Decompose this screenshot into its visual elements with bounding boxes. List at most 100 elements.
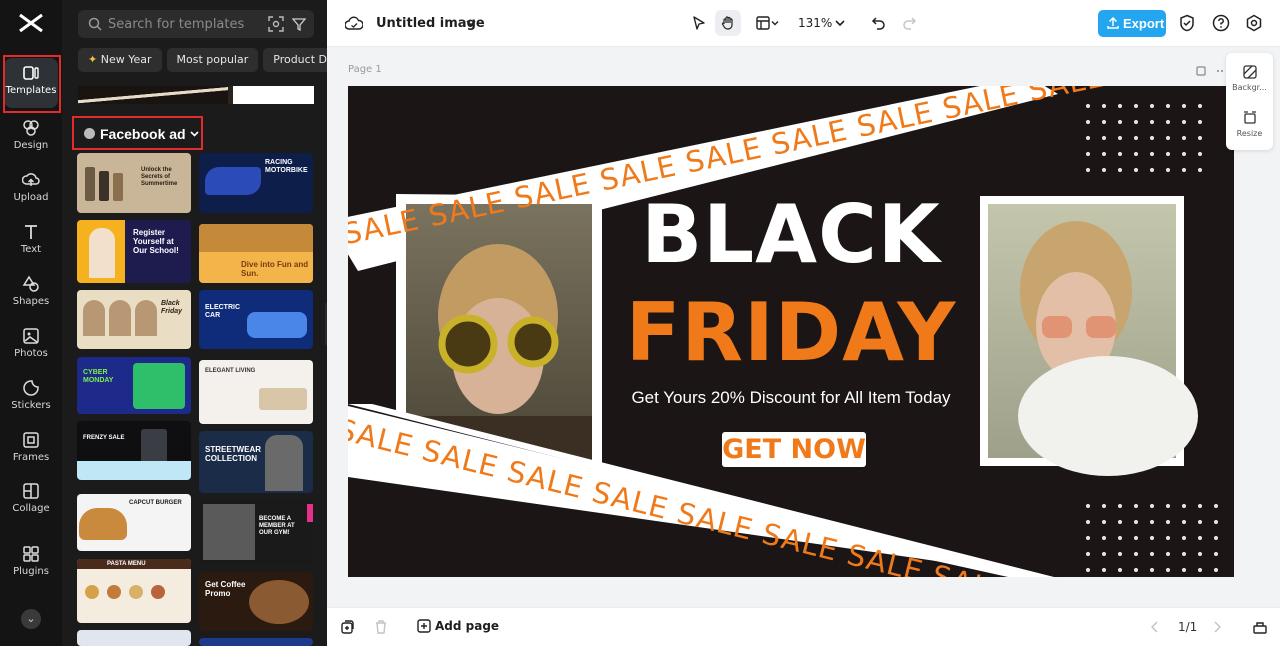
template-thumbnail[interactable]: PASTA MENU [77,559,191,623]
background-button[interactable]: Backgr... [1226,65,1273,92]
template-thumbnail[interactable]: Register Yourself at Our School! [77,220,191,283]
search-box[interactable] [78,10,308,38]
template-strip-partial[interactable] [78,86,314,104]
rail-item-plugins[interactable]: Plugins [4,539,58,589]
chip-new-year[interactable]: ✦ New Year [78,48,162,72]
template-thumbnail[interactable]: FRENZY SALE [77,421,191,480]
rail-label: Shapes [12,296,50,307]
left-rail: Templates Design Upload Text Shapes Phot… [0,0,62,646]
chevron-down-icon[interactable] [466,19,476,27]
shapes-icon [22,275,39,292]
chevron-down-icon [190,131,199,137]
rail-label: Templates [5,85,57,96]
template-thumbnail[interactable]: BECOME A MEMBER AT OUR GYM! [199,500,313,565]
resize-button[interactable]: Resize [1226,111,1273,138]
layout-tool-button[interactable] [750,10,784,36]
chip-most-popular[interactable]: Most popular [166,48,259,72]
rail-item-shapes[interactable]: Shapes [4,269,58,319]
select-tool-button[interactable] [686,10,712,36]
resize-icon [1243,111,1256,124]
rail-item-photos[interactable]: Photos [4,321,58,371]
background-icon [1242,65,1257,79]
design-artboard[interactable]: SALE SALE SALE SALE SALE SALE SALE SALE … [348,86,1234,577]
template-thumbnail[interactable]: Get Coffee Promo [199,572,313,631]
filter-button[interactable] [284,10,314,38]
duplicate-page-icon[interactable] [339,619,355,635]
bottom-bar: Add page 1/1 [327,607,1280,646]
plugins-icon [23,546,39,562]
rail-label: Design [13,140,49,151]
layout-icon [756,16,770,30]
rail-item-collage[interactable]: Collage [4,476,58,526]
photos-icon [23,328,39,344]
rail-item-upload[interactable]: Upload [4,165,58,215]
template-thumbnail[interactable] [199,638,313,646]
add-page-icon [417,619,431,633]
headline-friday: FRIDAY [625,286,957,379]
trash-icon[interactable] [373,619,389,635]
search-input[interactable] [108,14,258,34]
templates-panel: ✦ New YearMost popularProduct D Facebook… [62,0,327,646]
template-thumbnail[interactable]: CAPCUT BURGER [77,494,191,551]
design-icon [23,120,39,136]
settings-icon[interactable] [1245,14,1263,32]
facebook-icon [84,128,95,139]
templates-icon [23,66,39,80]
canvas-area[interactable]: Page 1 SALE SALE SALE SALE SALE SALE SAL… [327,47,1280,607]
category-chips: ✦ New Year Most popular Product D [78,48,327,72]
cursor-icon [693,16,705,30]
template-thumbnail[interactable]: STREETWEAR COLLECTION [199,431,313,493]
rail-label: Photos [14,348,48,359]
export-button[interactable]: Export [1098,10,1166,37]
rail-label: Text [20,244,42,255]
chevron-down-icon[interactable] [835,19,845,27]
redo-icon[interactable] [902,16,917,30]
template-thumbnail[interactable]: Black Friday [77,290,191,349]
discount-subline: Get Yours 20% Discount for All Item Toda… [631,388,951,407]
section-facebook-ad[interactable]: Facebook ad [72,116,203,150]
template-thumbnail[interactable]: ELECTRIC CAR [199,290,313,349]
get-now-badge: GET NOW [722,432,866,467]
more-chevron-icon[interactable]: ⌄ [21,609,41,629]
search-icon [88,17,102,31]
rail-item-frames[interactable]: Frames [4,425,58,475]
stickers-icon [23,380,39,396]
rail-item-stickers[interactable]: Stickers [4,373,58,423]
upload-icon [22,173,40,186]
hand-tool-button[interactable] [715,10,741,36]
frames-icon [23,432,39,448]
zoom-level[interactable]: 131% [798,16,832,30]
help-icon[interactable] [1212,14,1230,32]
page-count: 1/1 [1178,620,1198,634]
shield-icon[interactable] [1178,14,1196,32]
template-thumbnail[interactable]: CYBER MONDAY [77,357,191,414]
prev-page-icon[interactable] [1151,621,1159,633]
rail-label: Stickers [11,400,51,411]
dots-pattern-bottom [1080,500,1220,574]
rail-item-design[interactable]: Design [4,113,58,163]
cloud-sync-icon[interactable] [345,15,363,31]
page-label: Page 1 [348,64,382,75]
rail-label: Frames [12,452,50,463]
page-tools-icon[interactable] [1196,65,1226,77]
right-tool-panel: Backgr... Resize [1226,53,1273,150]
template-thumbnail[interactable]: RACING MOTORBIKE [199,153,313,213]
text-icon [25,225,37,239]
rail-label: Collage [12,503,50,514]
template-thumbnail[interactable]: Dive into Fun and Sun. [199,224,313,283]
template-thumbnail[interactable]: ELEGANT LIVING [199,360,313,424]
next-page-icon[interactable] [1213,621,1221,633]
image-search-icon[interactable] [267,15,285,33]
party-icon: ✦ [88,53,101,66]
template-thumbnail[interactable] [77,630,191,646]
rail-item-text[interactable]: Text [4,217,58,267]
headline-black: BLACK [641,188,941,281]
undo-icon[interactable] [871,16,886,30]
photo-frame-right [980,196,1198,476]
capcut-logo-icon[interactable] [18,12,44,34]
chip-product[interactable]: Product D [263,48,327,72]
upload-icon [1107,17,1119,29]
template-thumbnail[interactable]: Unlock the Secrets of Summertime [77,153,191,213]
page-manager-icon[interactable] [1252,619,1268,635]
rail-item-templates[interactable]: Templates [3,55,61,113]
